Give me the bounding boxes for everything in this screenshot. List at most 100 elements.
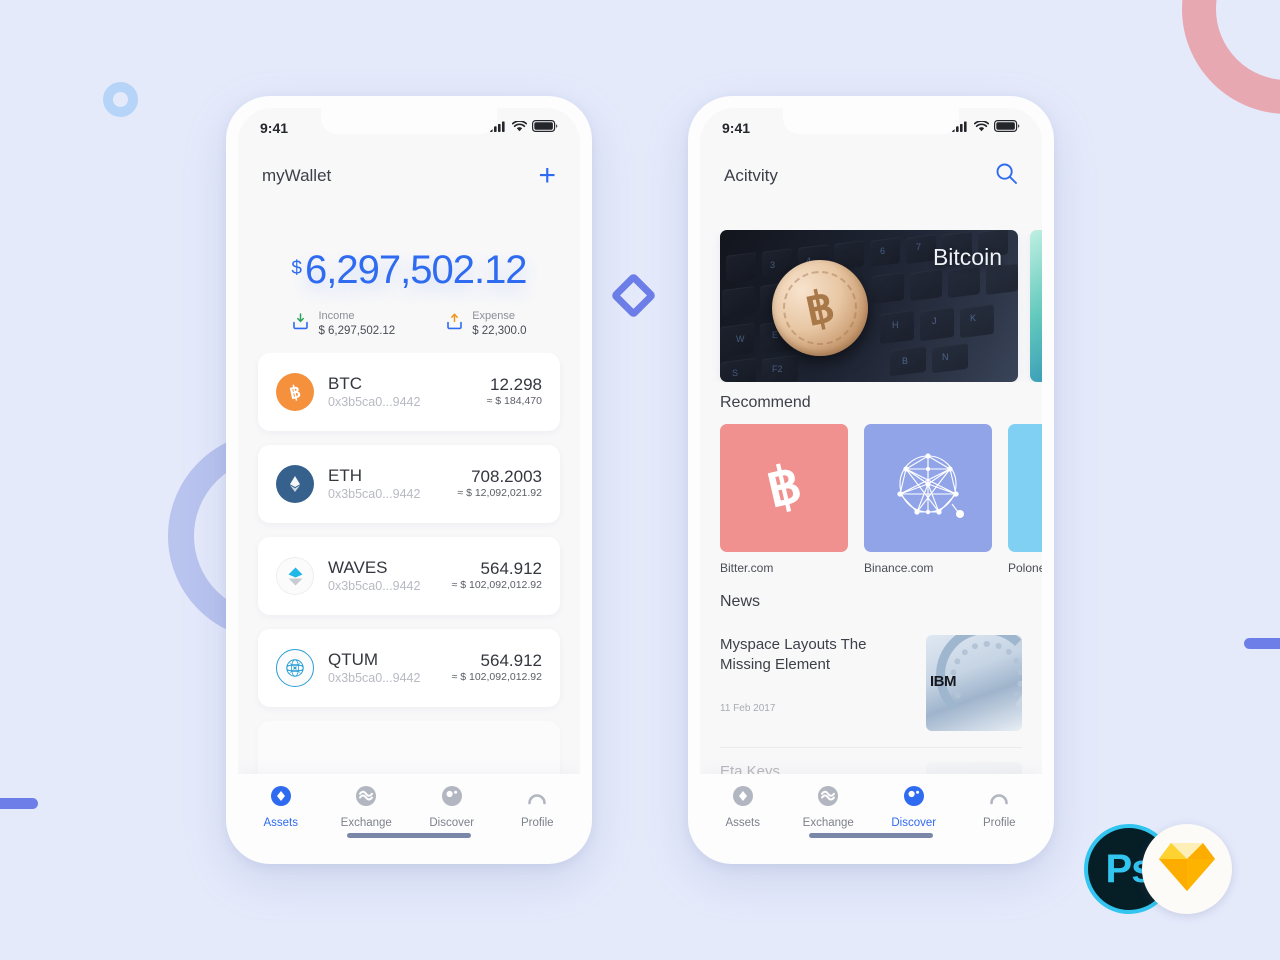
add-wallet-button[interactable]: + <box>538 161 556 191</box>
page-title: myWallet <box>262 166 332 185</box>
bottom-tab-bar[interactable]: Assets Exchange Discover Profile <box>700 774 1042 852</box>
discover-screen: 9:41 Acitvity W E S F2 H J K B N 3 6 7 ฿… <box>700 108 1042 852</box>
recommend-tile[interactable]: ฿ <box>720 424 848 552</box>
notch <box>321 108 497 134</box>
phone-wallet: 9:41 myWallet + $ 6,297,502.12 Income $ … <box>226 96 592 864</box>
asset-fiat: ≈ $ 102,092,012.92 <box>451 579 542 592</box>
asset-fiat: ≈ $ 102,092,012.92 <box>451 671 542 684</box>
news-section-title: News <box>720 593 761 610</box>
qtum-icon <box>276 649 314 687</box>
svg-text:฿: ฿ <box>762 454 807 517</box>
bitcoin-b-icon: ฿ <box>752 454 816 523</box>
table-row[interactable]: WAVES 0x3b5ca0...9442 564.912 ≈ $ 102,09… <box>258 537 560 615</box>
income-item[interactable]: Income $ 6,297,502.12 <box>291 309 395 339</box>
assets-diamond-icon <box>270 785 292 812</box>
status-time: 9:41 <box>260 120 289 136</box>
asset-address: 0x3b5ca0...9442 <box>328 578 421 593</box>
tab-label: Exchange <box>340 817 392 829</box>
ibm-logo: IBM <box>930 673 957 691</box>
tab-label: Assets <box>263 817 298 829</box>
svg-text:฿: ฿ <box>288 382 303 403</box>
exchange-wave-icon <box>817 785 839 812</box>
table-row[interactable]: ฿ BTC 0x3b5ca0...9442 12.298 ≈ $ 184,470 <box>258 353 560 431</box>
asset-amount: 12.298 <box>490 374 542 394</box>
list-item[interactable]: ฿ Bitter.com <box>720 424 848 580</box>
tab-discover[interactable]: Discover <box>409 785 495 829</box>
wallet-header: myWallet + <box>238 150 580 202</box>
news-list[interactable]: Myspace Layouts The Missing Element 11 F… <box>700 621 1042 781</box>
home-indicator[interactable] <box>809 833 933 838</box>
recommend-tile[interactable] <box>864 424 992 552</box>
news-date: 11 Feb 2017 <box>720 702 776 714</box>
asset-fiat: ≈ $ 12,092,021.92 <box>457 487 542 500</box>
tab-assets[interactable]: Assets <box>238 785 324 829</box>
expense-item[interactable]: Expense $ 22,300.0 <box>445 309 527 339</box>
tab-label: Exchange <box>802 817 854 829</box>
sketch-badge <box>1142 824 1232 914</box>
asset-symbol: QTUM <box>328 650 379 670</box>
battery-icon <box>994 119 1020 137</box>
expense-label: Expense <box>472 310 515 322</box>
asset-symbol: BTC <box>328 374 362 394</box>
page-title: Acitvity <box>724 166 778 185</box>
expense-value: $ 22,300.0 <box>472 324 527 337</box>
discover-compass-icon <box>441 785 463 812</box>
recommend-tile[interactable] <box>1008 424 1042 552</box>
wifi-icon <box>973 119 990 137</box>
recommend-label: Bitter.com <box>720 561 774 575</box>
battery-icon <box>532 119 558 137</box>
tab-label: Profile <box>520 817 554 829</box>
tab-profile[interactable]: Profile <box>957 785 1043 829</box>
home-indicator[interactable] <box>347 833 471 838</box>
decor-arc-pink <box>1182 0 1280 114</box>
decor-dash-right <box>1244 638 1280 649</box>
list-item[interactable]: Myspace Layouts The Missing Element 11 F… <box>720 621 1022 748</box>
asset-amount: 564.912 <box>480 558 542 578</box>
search-icon[interactable] <box>995 162 1018 190</box>
recommend-label: Binance.com <box>864 561 934 575</box>
discover-compass-icon <box>903 785 925 812</box>
table-row[interactable]: ETH 0x3b5ca0...9442 708.2003 ≈ $ 12,092,… <box>258 445 560 523</box>
tab-assets[interactable]: Assets <box>700 785 786 829</box>
exchange-wave-icon <box>355 785 377 812</box>
bitcoin-icon: ฿ <box>276 373 314 411</box>
banner-caption: Bitcoin <box>932 244 1002 270</box>
list-item[interactable]: Polone <box>1008 424 1042 580</box>
assets-diamond-icon <box>732 785 754 812</box>
sketch-diamond-icon <box>1157 839 1217 900</box>
asset-address: 0x3b5ca0...9442 <box>328 394 421 409</box>
phone-discover: 9:41 Acitvity W E S F2 H J K B N 3 6 7 ฿… <box>688 96 1054 864</box>
tab-label: Profile <box>982 817 1016 829</box>
wifi-icon <box>511 119 528 137</box>
tab-profile[interactable]: Profile <box>495 785 581 829</box>
income-label: Income <box>318 310 355 322</box>
tab-exchange[interactable]: Exchange <box>324 785 410 829</box>
polygon-network-icon <box>886 444 970 533</box>
asset-amount: 564.912 <box>480 650 542 670</box>
tab-exchange[interactable]: Exchange <box>786 785 872 829</box>
aurora-banner[interactable] <box>1030 230 1042 382</box>
decor-ring-small <box>103 82 138 117</box>
asset-list[interactable]: ฿ BTC 0x3b5ca0...9442 12.298 ≈ $ 184,470 <box>238 353 580 783</box>
profile-person-icon <box>988 785 1010 812</box>
table-row[interactable]: QTUM 0x3b5ca0...9442 564.912 ≈ $ 102,092… <box>258 629 560 707</box>
discover-header: Acitvity <box>700 150 1042 202</box>
banner-carousel[interactable]: W E S F2 H J K B N 3 4 6 7 ฿ Bitcoi <box>700 230 1042 382</box>
bitcoin-keyboard-banner[interactable]: W E S F2 H J K B N 3 4 6 7 ฿ Bitcoi <box>720 230 1018 382</box>
download-tray-icon <box>291 312 310 336</box>
asset-address: 0x3b5ca0...9442 <box>328 486 421 501</box>
tab-label: Discover <box>429 817 475 829</box>
bottom-tab-bar[interactable]: Assets Exchange Discover Profile <box>238 774 580 852</box>
upload-tray-icon <box>445 312 464 336</box>
news-headline: Myspace Layouts The Missing Element <box>720 636 867 673</box>
asset-fiat: ≈ $ 184,470 <box>486 395 542 408</box>
recommend-section-title: Recommend <box>720 394 811 411</box>
asset-address: 0x3b5ca0...9442 <box>328 670 421 685</box>
tab-discover[interactable]: Discover <box>871 785 957 829</box>
flow-summary: Income $ 6,297,502.12 Expense $ 22,300.0 <box>238 309 580 339</box>
recommend-label: Polone <box>1008 561 1042 575</box>
profile-person-icon <box>526 785 548 812</box>
list-item[interactable]: Binance.com <box>864 424 992 580</box>
income-value: $ 6,297,502.12 <box>318 324 396 337</box>
recommend-carousel[interactable]: ฿ Bitter.com Binance.com Polone <box>700 424 1042 580</box>
